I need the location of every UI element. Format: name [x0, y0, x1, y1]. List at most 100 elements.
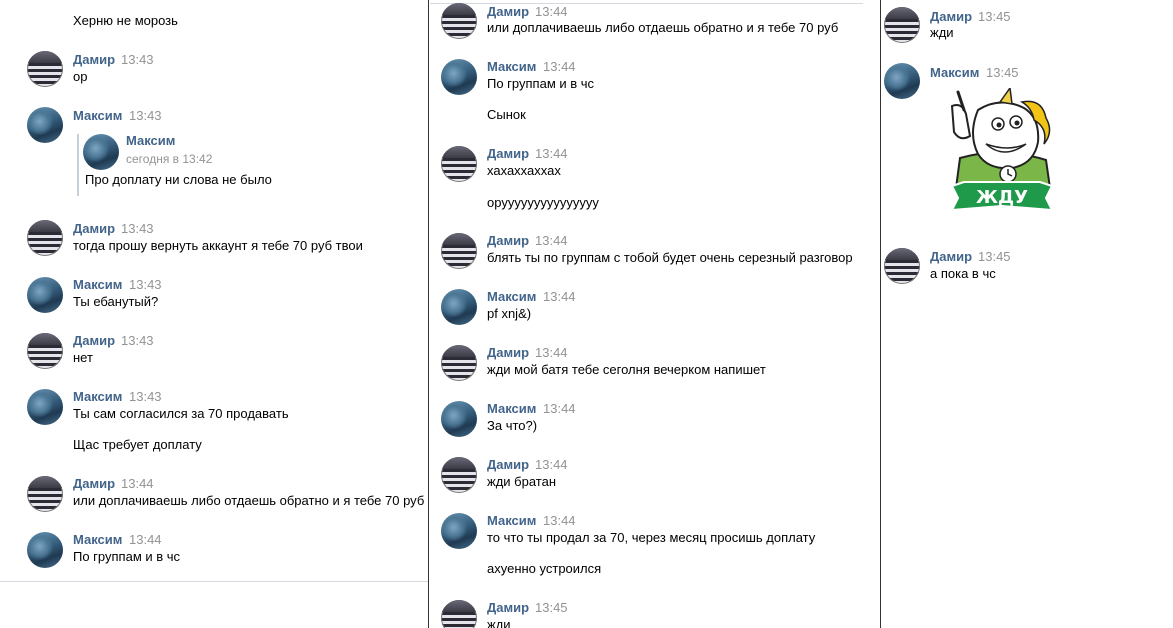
- message-text: pf xnj&): [487, 306, 532, 321]
- message-time[interactable]: 13:44: [535, 457, 568, 473]
- message-text: нет: [73, 350, 93, 365]
- author-name[interactable]: Дамир: [73, 221, 115, 237]
- message-text: или доплачиваешь либо отдаешь обратно и …: [487, 20, 839, 35]
- message-text: блять ты по группам с тобой будет очень …: [487, 250, 853, 265]
- avatar-damir[interactable]: [27, 51, 63, 87]
- avatar-maksim[interactable]: [441, 401, 477, 437]
- message-text: Ты сам согласился за 70 продавать: [73, 406, 289, 421]
- message-text: По группам и в чс: [487, 76, 595, 91]
- message-time[interactable]: 13:44: [543, 59, 576, 75]
- message-text: жди братан: [487, 474, 556, 489]
- message-time[interactable]: 13:44: [543, 289, 576, 305]
- message-time[interactable]: 13:43: [129, 389, 162, 405]
- author-name[interactable]: Дамир: [930, 249, 972, 265]
- author-name[interactable]: Максим: [73, 389, 122, 405]
- chat-panel-2: Дамир 13:44 или доплачиваешь либо отдаеш…: [430, 0, 880, 628]
- message-text: жди мой батя тебе сеголня вечерком напиш…: [487, 362, 766, 377]
- message-time[interactable]: 13:43: [129, 108, 162, 124]
- author-name[interactable]: Дамир: [487, 600, 529, 616]
- author-name[interactable]: Дамир: [487, 233, 529, 249]
- message-text: жди: [487, 617, 511, 628]
- avatar-damir[interactable]: [27, 476, 63, 512]
- author-name[interactable]: Максим: [487, 289, 536, 305]
- message-text: или доплачиваешь либо отдаешь обратно и …: [73, 493, 425, 508]
- avatar-damir[interactable]: [884, 7, 920, 43]
- author-name[interactable]: Дамир: [487, 345, 529, 361]
- chat-panel-1: Херню не морозь Дамир 13:43 ор Максим 13…: [0, 0, 428, 628]
- message-time[interactable]: 13:44: [535, 233, 568, 249]
- avatar-maksim[interactable]: [27, 277, 63, 313]
- message-text: жди: [930, 25, 954, 40]
- author-name[interactable]: Максим: [73, 277, 122, 293]
- author-name[interactable]: Дамир: [73, 333, 115, 349]
- avatar-maksim[interactable]: [27, 532, 63, 568]
- sticker-text: ЖДУ: [976, 187, 1028, 208]
- avatar-damir[interactable]: [884, 248, 920, 284]
- message-text: орууууууууууууууу: [487, 195, 599, 210]
- message-text: Ты ебанутый?: [73, 294, 159, 309]
- author-name[interactable]: Дамир: [930, 9, 972, 25]
- message-time[interactable]: 13:44: [543, 401, 576, 417]
- avatar-maksim[interactable]: [27, 389, 63, 425]
- forwarded-author-name[interactable]: Максим: [126, 133, 175, 149]
- panel-divider: [428, 0, 429, 628]
- avatar-damir[interactable]: [27, 333, 63, 369]
- panel-divider: [880, 0, 881, 628]
- author-name[interactable]: Максим: [487, 401, 536, 417]
- message-time[interactable]: 13:44: [535, 146, 568, 162]
- message-time[interactable]: 13:45: [978, 9, 1011, 25]
- author-name[interactable]: Дамир: [487, 457, 529, 473]
- forward-bar: [77, 134, 79, 196]
- author-name[interactable]: Максим: [73, 108, 122, 124]
- avatar-damir[interactable]: [441, 233, 477, 269]
- author-name[interactable]: Максим: [73, 532, 122, 548]
- avatar-damir[interactable]: [441, 146, 477, 182]
- avatar-maksim[interactable]: [884, 63, 920, 99]
- author-name[interactable]: Дамир: [73, 476, 115, 492]
- avatar-damir[interactable]: [441, 457, 477, 493]
- message-text: тогда прошу вернуть аккаунт я тебе 70 ру…: [73, 238, 363, 253]
- avatar-maksim[interactable]: [27, 107, 63, 143]
- message-time[interactable]: 13:45: [978, 249, 1011, 265]
- message-time[interactable]: 13:44: [535, 345, 568, 361]
- message-time[interactable]: 13:44: [543, 513, 576, 529]
- chat-panel-3: Дамир 13:45 жди Максим 13:45 ЖДУ Дамир 1…: [882, 0, 1173, 628]
- author-name[interactable]: Максим: [487, 513, 536, 529]
- author-name[interactable]: Максим: [487, 59, 536, 75]
- divider: [0, 581, 428, 582]
- message-time[interactable]: 13:43: [121, 221, 154, 237]
- message-text: Щас требует доплату: [73, 437, 202, 452]
- forwarded-date[interactable]: сегодня в 13:42: [126, 151, 212, 167]
- author-name[interactable]: Дамир: [487, 4, 529, 20]
- avatar-damir[interactable]: [27, 220, 63, 256]
- unicorn-sticker[interactable]: ЖДУ: [938, 88, 1066, 218]
- avatar-damir[interactable]: [441, 3, 477, 39]
- author-name[interactable]: Дамир: [73, 52, 115, 68]
- message-text: хахаххаххах: [487, 163, 561, 178]
- message-text: а пока в чс: [930, 266, 996, 281]
- avatar-damir[interactable]: [441, 345, 477, 381]
- message-text: По группам и в чс: [73, 549, 181, 564]
- message-text: то что ты продал за 70, через месяц прос…: [487, 530, 816, 545]
- message-time[interactable]: 13:44: [129, 532, 162, 548]
- message-time[interactable]: 13:44: [535, 4, 568, 20]
- message-text: ор: [73, 69, 88, 84]
- author-name[interactable]: Максим: [930, 65, 979, 81]
- message-time[interactable]: 13:45: [535, 600, 568, 616]
- message-time[interactable]: 13:43: [121, 333, 154, 349]
- forwarded-text: Про доплату ни слова не было: [85, 172, 272, 187]
- message-text: ахуенно устроился: [487, 561, 602, 576]
- message-text: Сынок: [487, 107, 526, 122]
- avatar-damir[interactable]: [441, 600, 477, 628]
- message-time[interactable]: 13:43: [129, 277, 162, 293]
- message-time[interactable]: 13:44: [121, 476, 154, 492]
- message-text: Херню не морозь: [73, 13, 178, 28]
- avatar-maksim[interactable]: [441, 59, 477, 95]
- author-name[interactable]: Дамир: [487, 146, 529, 162]
- message-text: За что?): [487, 418, 538, 433]
- avatar-maksim[interactable]: [83, 134, 119, 170]
- message-time[interactable]: 13:45: [986, 65, 1019, 81]
- avatar-maksim[interactable]: [441, 289, 477, 325]
- avatar-maksim[interactable]: [441, 513, 477, 549]
- message-time[interactable]: 13:43: [121, 52, 154, 68]
